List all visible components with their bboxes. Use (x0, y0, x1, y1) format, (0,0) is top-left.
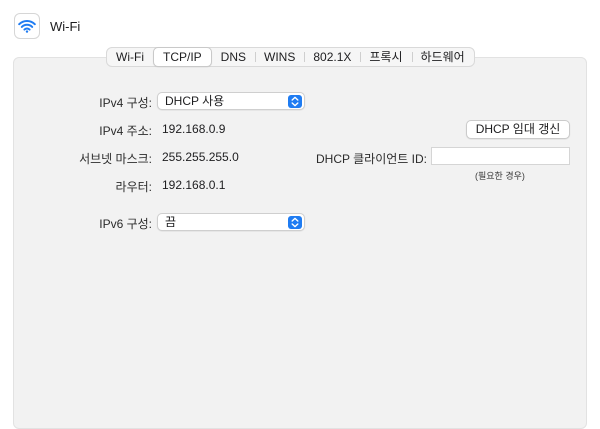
window-title: Wi-Fi (50, 18, 81, 34)
ipv4-address-label: IPv4 주소: (99, 124, 152, 138)
tab-bar: Wi-Fi TCP/IP DNS WINS 802.1X 프록시 하드웨어 (106, 47, 475, 67)
renew-dhcp-lease-button[interactable]: DHCP 임대 갱신 (466, 120, 570, 139)
tab-8021x[interactable]: 802.1X (304, 48, 360, 66)
ipv4-config-popup[interactable]: DHCP 사용 (157, 92, 305, 110)
subnet-mask-value: 255.255.255.0 (162, 150, 239, 164)
chevron-updown-icon (288, 94, 302, 108)
tab-proxy[interactable]: 프록시 (360, 48, 411, 66)
dhcp-client-id-hint: (필요한 경우) (475, 171, 525, 181)
router-label: 라우터: (115, 180, 152, 194)
chevron-updown-icon (288, 215, 302, 229)
tab-tcpip[interactable]: TCP/IP (152, 47, 212, 67)
ipv6-config-label: IPv6 구성: (99, 217, 152, 231)
dhcp-client-id-field[interactable] (431, 147, 570, 165)
subnet-mask-label: 서브넷 마스크: (79, 152, 152, 166)
wifi-icon (14, 13, 40, 39)
dhcp-client-id-label: DHCP 클라이언트 ID: (316, 152, 427, 166)
tab-hardware[interactable]: 하드웨어 (411, 48, 474, 66)
router-value: 192.168.0.1 (162, 178, 226, 192)
ipv4-config-value: DHCP 사용 (165, 94, 225, 108)
ipv4-address-value: 192.168.0.9 (162, 122, 226, 136)
tab-dns[interactable]: DNS (212, 48, 255, 66)
settings-panel (13, 57, 587, 429)
window-header: Wi-Fi (14, 13, 80, 39)
tab-wifi[interactable]: Wi-Fi (107, 48, 153, 66)
ipv6-config-value: 끔 (165, 215, 177, 229)
ipv4-config-label: IPv4 구성: (99, 96, 152, 110)
tab-wins[interactable]: WINS (255, 48, 304, 66)
ipv6-config-popup[interactable]: 끔 (157, 213, 305, 231)
